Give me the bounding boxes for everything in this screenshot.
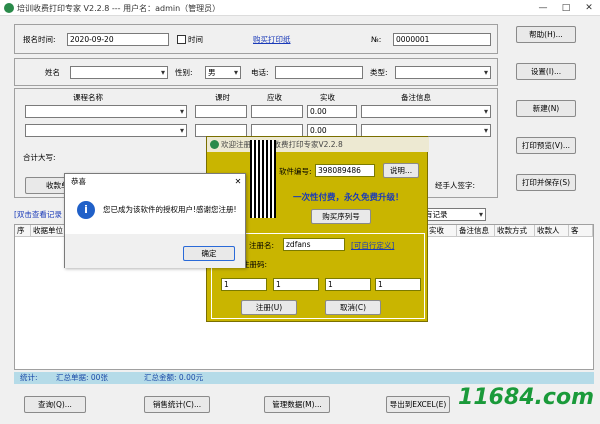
register-button[interactable]: 注册(U) <box>241 300 297 315</box>
window-title: 培训收费打印专家 V2.2.8 --- 用户名：admin（管理员） <box>17 4 221 13</box>
explain-button[interactable]: 说明... <box>383 163 419 178</box>
paid-label: 实收 <box>320 93 335 102</box>
type-label: 类型: <box>370 68 388 77</box>
serial-field: 398089486 <box>315 164 375 177</box>
register-title: 欢迎注册：培训收费打印专家V2.2.8 <box>207 137 429 152</box>
remark-select-1[interactable] <box>361 105 491 118</box>
course-label: 课程名称 <box>73 93 103 102</box>
paid-input-1[interactable]: 0.00 <box>307 105 357 118</box>
query-button[interactable]: 查询(Q)... <box>24 396 86 413</box>
time-label: 时间 <box>188 35 203 44</box>
serial-label: 软件编号: <box>279 167 312 176</box>
record-filter-select[interactable]: 有记录 <box>422 208 486 221</box>
message-close-icon[interactable]: ✕ <box>231 174 245 189</box>
total-receipts: 汇总单据: 00张 <box>56 373 108 382</box>
col-remark: 备注信息 <box>457 225 495 237</box>
cancel-register-button[interactable]: 取消(C) <box>325 300 381 315</box>
watermark: 11684.com <box>458 385 594 410</box>
gender-select[interactable]: 男 <box>205 66 241 79</box>
hours-label: 课时 <box>215 93 230 102</box>
due-label: 应收 <box>267 93 282 102</box>
course-select-2[interactable] <box>25 124 187 137</box>
print-preview-button[interactable]: 打印预览(V)... <box>516 137 576 154</box>
col-pay-method: 收款方式 <box>495 225 535 237</box>
user-input[interactable]: zdfans <box>283 238 345 251</box>
close-button[interactable]: ✕ <box>578 0 600 16</box>
report-date-input[interactable]: 2020-09-20 <box>67 33 169 46</box>
title-bar: 培训收费打印专家 V2.2.8 --- 用户名：admin（管理员） — □ ✕ <box>0 0 600 16</box>
export-excel-button[interactable]: 导出到EXCEL(E) <box>386 396 450 413</box>
app-icon <box>4 3 14 13</box>
col-paid: 实收 <box>427 225 457 237</box>
date-panel: 报名时间: 2020-09-20 时间 购买打印纸 №: 0000001 <box>14 24 498 54</box>
type-select[interactable] <box>395 66 491 79</box>
custom-link[interactable]: [可自行定义] <box>351 241 394 251</box>
settings-button[interactable]: 设置(I)... <box>516 63 576 80</box>
code-input-3[interactable]: 1 <box>325 278 371 291</box>
sales-stats-button[interactable]: 销售统计(C)... <box>144 396 210 413</box>
student-panel: 姓名 性别: 男 电话: 类型: <box>14 58 498 86</box>
stats-label: 统计: <box>20 373 38 382</box>
hours-input-1[interactable] <box>195 105 247 118</box>
list-hint: [双击查看记录 <box>14 210 62 219</box>
course-select-1[interactable] <box>25 105 187 118</box>
no-field: 0000001 <box>393 33 491 46</box>
message-title: 恭喜 <box>65 174 245 189</box>
maximize-button[interactable]: □ <box>555 0 577 16</box>
register-dialog-icon <box>210 140 219 149</box>
col-client: 客 <box>569 225 593 237</box>
phone-input[interactable] <box>275 66 363 79</box>
col-index: 序 <box>15 225 31 237</box>
gender-label: 性别: <box>175 68 193 77</box>
info-icon: i <box>77 201 95 219</box>
handler-label: 经手人签字: <box>435 181 476 190</box>
total-amount: 汇总金额: 0.00元 <box>144 373 204 382</box>
remark-label: 备注信息 <box>401 93 431 102</box>
slogan: 一次性付费，永久免费升级！ <box>293 193 404 203</box>
status-bar: 统计: 汇总单据: 00张 汇总金额: 0.00元 <box>14 372 594 384</box>
qr-code-icon <box>250 140 276 218</box>
new-button[interactable]: 新建(N) <box>516 100 576 117</box>
message-box: 恭喜 ✕ i 您已成为该软件的授权用户!感谢您注册! 确定 <box>64 173 246 268</box>
code-input-4[interactable]: 1 <box>375 278 421 291</box>
buy-paper-link[interactable]: 购买打印纸 <box>253 35 291 45</box>
buy-serial-button[interactable]: 购买序列号 <box>311 209 371 224</box>
col-payee: 收款人 <box>535 225 569 237</box>
due-input-1[interactable] <box>251 105 303 118</box>
code-input-1[interactable]: 1 <box>221 278 267 291</box>
name-select[interactable] <box>70 66 168 79</box>
message-text: 您已成为该软件的授权用户!感谢您注册! <box>103 205 237 214</box>
message-footer: 确定 <box>65 234 245 268</box>
minimize-button[interactable]: — <box>532 0 554 16</box>
phone-label: 电话: <box>251 68 269 77</box>
no-label: №: <box>371 35 382 44</box>
print-save-button[interactable]: 打印并保存(S) <box>516 174 576 191</box>
code-input-2[interactable]: 1 <box>273 278 319 291</box>
user-label: 注册名: <box>249 241 275 250</box>
total-cn-label: 合计大写: <box>23 153 56 162</box>
name-label: 姓名 <box>45 68 60 77</box>
help-button[interactable]: 帮助(H)... <box>516 26 576 43</box>
report-date-label: 报名时间: <box>23 35 56 44</box>
ok-button[interactable]: 确定 <box>183 246 235 261</box>
manage-data-button[interactable]: 管理数据(M)... <box>264 396 330 413</box>
time-checkbox[interactable] <box>177 35 186 44</box>
